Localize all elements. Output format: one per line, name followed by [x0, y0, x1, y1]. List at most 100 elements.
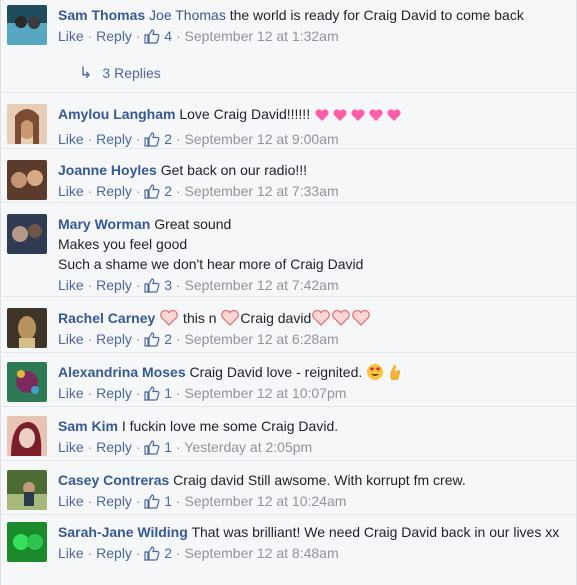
ok-hand-emoji-icon [390, 364, 401, 380]
like-link[interactable]: Like [58, 545, 84, 561]
comment-body: Sam Kim I fuckin love me some Craig Davi… [58, 416, 568, 457]
avatar[interactable] [7, 160, 47, 200]
commenter-name[interactable]: Sam Thomas [58, 7, 145, 23]
comment-text-line-3: Such a shame we don't hear more of Craig… [58, 256, 364, 272]
thumbs-up-icon [144, 386, 160, 401]
avatar[interactable] [7, 104, 47, 144]
heart-icon [160, 309, 179, 326]
comment: Sam Kim I fuckin love me some Craig Davi… [1, 406, 576, 460]
thumbs-up-icon [144, 278, 160, 293]
commenter-name[interactable]: Sam Kim [58, 418, 118, 434]
like-link[interactable]: Like [58, 439, 84, 455]
like-count[interactable]: 2 [164, 545, 172, 561]
comment: Sarah-Jane Wilding That was brilliant! W… [1, 514, 576, 585]
comment-body: Casey Contreras Craig david Still awsome… [58, 470, 568, 511]
commenter-name[interactable]: Mary Worman [58, 216, 150, 232]
comment-actions: Like · Reply · 1 · September 12 at 10:24… [58, 493, 347, 509]
like-link[interactable]: Like [58, 131, 84, 147]
reply-link[interactable]: Reply [96, 131, 132, 147]
comment-text: Love Craig David!!!!!! [179, 106, 314, 122]
timestamp[interactable]: September 12 at 10:24am [185, 493, 347, 509]
avatar[interactable] [7, 308, 47, 348]
replies-label[interactable]: 3 Replies [102, 65, 160, 81]
comment-body: Sam Thomas Joe Thomas the world is ready… [58, 5, 568, 46]
comment-text-line-1: Great sound [154, 216, 232, 232]
comment-actions: Like · Reply · 2 · September 12 at 9:00a… [58, 131, 339, 147]
comment-text: Craig David love - reignited. [189, 364, 367, 380]
avatar[interactable] [7, 5, 47, 45]
like-link[interactable]: Like [58, 493, 84, 509]
comment-text: That was brilliant! We need Craig David … [191, 524, 560, 540]
thumbs-up-icon [144, 184, 160, 199]
comment-actions: Like · Reply · 2 · September 12 at 7:33a… [58, 183, 339, 199]
timestamp[interactable]: September 12 at 8:48am [185, 545, 339, 561]
like-count[interactable]: 3 [164, 277, 172, 293]
comment: Casey Contreras Craig david Still awsome… [1, 460, 576, 516]
timestamp[interactable]: September 12 at 6:28am [185, 331, 339, 347]
comment-actions: Like · Reply · 4 · September 12 at 1:32a… [58, 28, 339, 44]
reply-link[interactable]: Reply [96, 385, 132, 401]
timestamp[interactable]: Yesterday at 2:05pm [184, 439, 312, 455]
reply-link[interactable]: Reply [96, 439, 132, 455]
like-count[interactable]: 1 [164, 493, 172, 509]
comment-actions: Like · Reply · 2 · September 12 at 8:48a… [58, 545, 339, 561]
avatar-image [7, 362, 47, 402]
thumbs-up-icon [144, 440, 160, 455]
like-link[interactable]: Like [58, 28, 84, 44]
like-count[interactable]: 1 [164, 385, 172, 401]
reply-link[interactable]: Reply [96, 545, 132, 561]
timestamp[interactable]: September 12 at 7:42am [185, 277, 339, 293]
avatar-image [7, 522, 47, 562]
comment: Sam Thomas Joe Thomas the world is ready… [1, 0, 576, 92]
like-count[interactable]: 2 [164, 131, 172, 147]
comment-body: Alexandrina Moses Craig David love - rei… [58, 362, 568, 403]
like-link[interactable]: Like [58, 277, 84, 293]
commenter-name[interactable]: Casey Contreras [58, 472, 169, 488]
comment-text: Get back on our radio!!! [160, 162, 308, 178]
thumbs-up-icon [144, 494, 160, 509]
reply-link[interactable]: Reply [96, 28, 132, 44]
mention-link[interactable]: Joe Thomas [149, 7, 226, 23]
commenter-name[interactable]: Sarah-Jane Wilding [58, 524, 188, 540]
heart-icon [352, 309, 371, 326]
avatar[interactable] [7, 416, 47, 456]
like-link[interactable]: Like [58, 385, 84, 401]
like-count[interactable]: 1 [164, 439, 172, 455]
timestamp[interactable]: September 12 at 1:32am [185, 28, 339, 44]
avatar-image [7, 308, 47, 348]
avatar[interactable] [7, 362, 47, 402]
avatar[interactable] [7, 214, 47, 254]
timestamp[interactable]: September 12 at 10:07pm [185, 385, 347, 401]
comment-actions: Like · Reply · 2 · September 12 at 6:28a… [58, 331, 339, 347]
view-replies-link[interactable]: ↳ 3 Replies [79, 63, 161, 83]
reply-link[interactable]: Reply [96, 493, 132, 509]
thumbs-up-icon [144, 546, 160, 561]
commenter-name[interactable]: Rachel Carney [58, 310, 155, 326]
avatar-image [7, 5, 47, 45]
comment: Mary Worman Great sound Makes you feel g… [1, 202, 576, 296]
avatar[interactable] [7, 470, 47, 510]
like-count[interactable]: 4 [164, 28, 172, 44]
comment-text-line-2: Makes you feel good [58, 236, 188, 252]
reply-link[interactable]: Reply [96, 183, 132, 199]
avatar-image [7, 160, 47, 200]
like-count[interactable]: 2 [164, 183, 172, 199]
comment-body: Rachel Carney this n Craig david Like · … [58, 308, 568, 349]
like-count[interactable]: 2 [164, 331, 172, 347]
comment-actions: Like · Reply · 1 · September 12 at 10:07… [58, 385, 347, 401]
like-link[interactable]: Like [58, 331, 84, 347]
reply-link[interactable]: Reply [96, 331, 132, 347]
commenter-name[interactable]: Alexandrina Moses [58, 364, 186, 380]
timestamp[interactable]: September 12 at 9:00am [185, 131, 339, 147]
avatar[interactable] [7, 522, 47, 562]
thumbs-up-icon [144, 332, 160, 347]
reply-link[interactable]: Reply [96, 277, 132, 293]
comment-body: Joanne Hoyles Get back on our radio!!! L… [58, 160, 568, 201]
timestamp[interactable]: September 12 at 7:33am [185, 183, 339, 199]
comment-body: Sarah-Jane Wilding That was brilliant! W… [58, 522, 568, 563]
commenter-name[interactable]: Joanne Hoyles [58, 162, 157, 178]
commenter-name[interactable]: Amylou Langham [58, 106, 175, 122]
comment-body: Amylou Langham Love Craig David!!!!!! Li… [58, 104, 568, 149]
comment-text: Craig david Still awsome. With korrupt f… [173, 472, 466, 488]
like-link[interactable]: Like [58, 183, 84, 199]
